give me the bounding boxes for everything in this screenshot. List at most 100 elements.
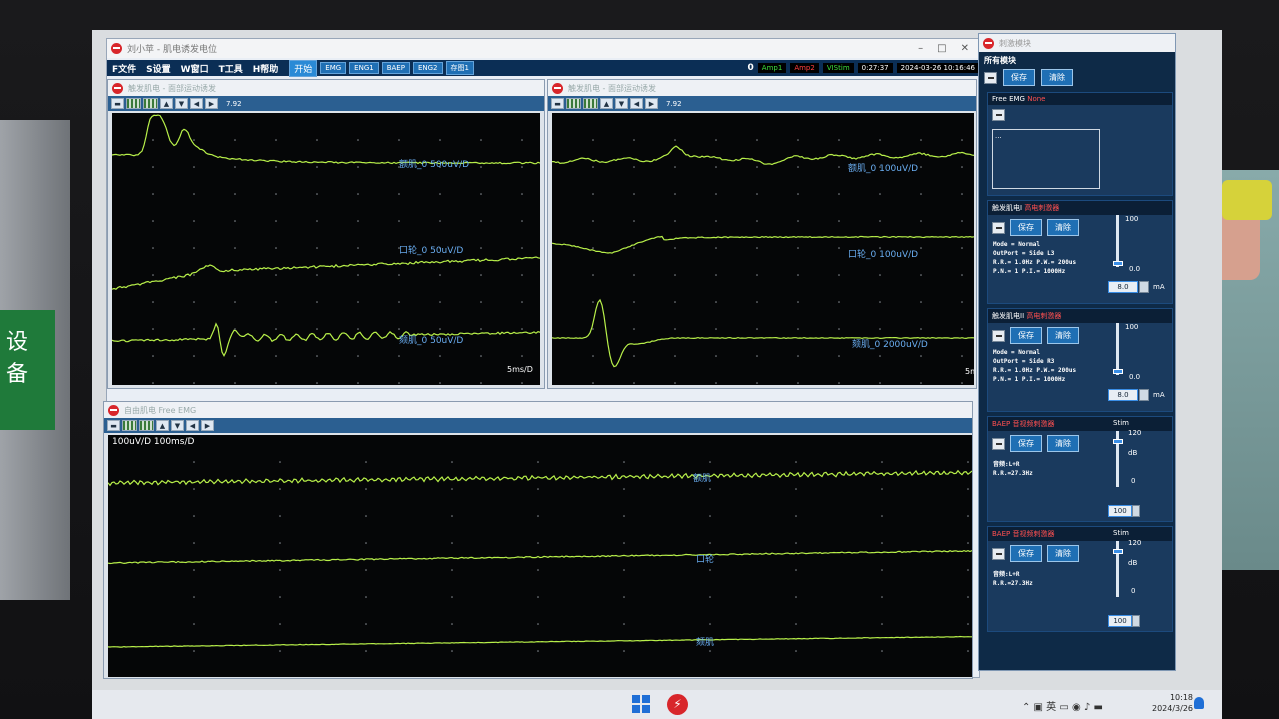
stim2-spin-buttons[interactable] — [1139, 389, 1149, 401]
baep2-spin-buttons[interactable] — [1132, 615, 1140, 627]
status-area: 0 Amp1 Amp2 VIStim 0:27:37 2024-03-26 10… — [748, 63, 979, 73]
close-icon[interactable]: ✕ — [961, 43, 969, 54]
grid-dot — [920, 166, 922, 168]
grid-dot — [879, 301, 881, 303]
grid-dot — [838, 220, 840, 222]
arrow-up-icon[interactable]: ▲ — [600, 98, 613, 109]
menu-file[interactable]: F文件 — [107, 62, 141, 75]
trace-label-2: 口轮_0 100uV/D — [848, 250, 919, 260]
grid-dot — [398, 382, 400, 384]
arrow-right-icon[interactable]: ▶ — [645, 98, 658, 109]
arrow-up-icon[interactable]: ▲ — [160, 98, 173, 109]
grid-dot — [234, 139, 236, 141]
grid-icon[interactable] — [139, 420, 154, 431]
arrow-left-icon[interactable]: ◀ — [630, 98, 643, 109]
maximize-icon[interactable]: □ — [937, 43, 946, 54]
start-button[interactable]: 开始 — [289, 59, 318, 77]
grid-icon[interactable] — [126, 98, 141, 109]
grid-dot — [316, 301, 318, 303]
plot-area-1[interactable]: 额肌_0 500uV/D 口轮_0 50uV/D 颏肌_0 50uV/D 5ms… — [112, 113, 540, 385]
stim1-clear-button[interactable]: 清除 — [1047, 219, 1079, 236]
stim2-save-button[interactable]: 保存 — [1010, 327, 1042, 344]
baep1-slider-knob[interactable] — [1113, 438, 1123, 444]
windows-start-icon[interactable] — [632, 695, 650, 713]
baep1-save-button[interactable]: 保存 — [1010, 435, 1042, 452]
minus-icon[interactable] — [992, 221, 1005, 234]
grid-dot — [838, 139, 840, 141]
arrow-right-icon[interactable]: ▶ — [201, 420, 214, 431]
baep1-clear-button[interactable]: 清除 — [1047, 435, 1079, 452]
free-emg-scale: 100uV/D 100ms/D — [112, 437, 195, 447]
arrow-up-icon[interactable]: ▲ — [156, 420, 169, 431]
arrow-right-icon[interactable]: ▶ — [205, 98, 218, 109]
minus-icon[interactable] — [992, 109, 1005, 121]
stim2-slider-knob[interactable] — [1113, 368, 1123, 374]
save-all-button[interactable]: 保存 — [1003, 69, 1035, 86]
free-emg-none: None — [1027, 95, 1046, 103]
baep1-panel: BAEP 音视频刺激器 保存 清除 音频:L+R R.R.=27.3Hz Stim … — [987, 416, 1173, 522]
notification-icon[interactable] — [1194, 697, 1204, 709]
grid-icon[interactable] — [122, 420, 137, 431]
baep2-level-input[interactable]: 100 — [1108, 615, 1132, 627]
grid-dot — [920, 139, 922, 141]
stim1-slider-knob[interactable] — [1113, 260, 1123, 266]
free-emg-box[interactable]: ... — [992, 129, 1100, 189]
grid-icon[interactable] — [583, 98, 598, 109]
arrow-left-icon[interactable]: ◀ — [186, 420, 199, 431]
emg-button[interactable]: EMG — [320, 62, 347, 74]
stim2-current-input[interactable]: 8.0 — [1108, 389, 1138, 401]
grid-icon[interactable] — [566, 98, 581, 109]
baep-button[interactable]: BAEP — [381, 62, 410, 74]
eng2-button[interactable]: ENG2 — [412, 62, 443, 74]
grid-dot — [797, 247, 799, 249]
menu-window[interactable]: W窗口 — [176, 62, 214, 75]
system-tray[interactable]: ⌃ ▣ 英 ▭ ◉ ♪ ▬ — [1022, 698, 1103, 713]
save-image-button[interactable]: 存图1 — [445, 61, 474, 75]
minus-icon[interactable] — [992, 547, 1005, 560]
grid-dot — [797, 328, 799, 330]
minus-icon[interactable]: ▬ — [551, 98, 564, 109]
eng1-button[interactable]: ENG1 — [349, 62, 379, 74]
minimize-icon[interactable]: – — [918, 43, 923, 54]
grid-dot — [674, 301, 676, 303]
baep2-info: 音频:L+R R.R.=27.3Hz — [993, 571, 1033, 587]
minus-icon[interactable]: ▬ — [111, 98, 124, 109]
baep1-spin-buttons[interactable] — [1132, 505, 1140, 517]
grid-dot — [592, 193, 594, 195]
arrow-left-icon[interactable]: ◀ — [190, 98, 203, 109]
stim1-save-button[interactable]: 保存 — [1010, 219, 1042, 236]
grid-dot — [365, 488, 367, 490]
arrow-down-icon[interactable]: ▼ — [175, 98, 188, 109]
main-window: 刘小苹 - 肌电诱发电位 – □ ✕ F文件 S设置 W窗口 T工具 H帮助 开始 … — [103, 38, 980, 679]
grid-icon[interactable] — [143, 98, 158, 109]
plot-area-2[interactable]: 额肌_0 100uV/D 口轮_0 100uV/D 颏肌_0 2000uV/D … — [552, 113, 974, 385]
menu-settings[interactable]: S设置 — [141, 62, 175, 75]
grid-dot — [838, 247, 840, 249]
baep2-clear-button[interactable]: 清除 — [1047, 545, 1079, 562]
minus-icon[interactable] — [992, 329, 1005, 342]
plot-area-3[interactable]: 100uV/D 100ms/D 额肌 口轮 颏肌 — [108, 435, 972, 677]
grid-dot — [881, 515, 883, 517]
clear-all-button[interactable]: 清除 — [1041, 69, 1073, 86]
stim1-slider[interactable] — [1116, 215, 1119, 267]
arrow-down-icon[interactable]: ▼ — [171, 420, 184, 431]
arrow-down-icon[interactable]: ▼ — [615, 98, 628, 109]
stim1-current-input[interactable]: 8.0 — [1108, 281, 1138, 293]
grid-dot — [537, 623, 539, 625]
baep1-level-input[interactable]: 100 — [1108, 505, 1132, 517]
stim2-clear-button[interactable]: 清除 — [1047, 327, 1079, 344]
grid-dot — [797, 274, 799, 276]
minus-icon[interactable] — [992, 437, 1005, 450]
minus-icon[interactable] — [984, 71, 997, 84]
app-taskbar-icon[interactable]: ⚡ — [667, 694, 688, 715]
menu-help[interactable]: H帮助 — [248, 62, 284, 75]
baep2-type: 音视频刺激器 — [1012, 530, 1055, 538]
menu-tools[interactable]: T工具 — [214, 62, 248, 75]
baep2-save-button[interactable]: 保存 — [1010, 545, 1042, 562]
stim2-slider[interactable] — [1116, 323, 1119, 375]
grid-dot — [279, 596, 281, 598]
baep2-slider-knob[interactable] — [1113, 548, 1123, 554]
taskbar-clock[interactable]: 10:18 2024/3/26 — [1152, 692, 1193, 714]
stim1-spin-buttons[interactable] — [1139, 281, 1149, 293]
minus-icon[interactable]: ▬ — [107, 420, 120, 431]
